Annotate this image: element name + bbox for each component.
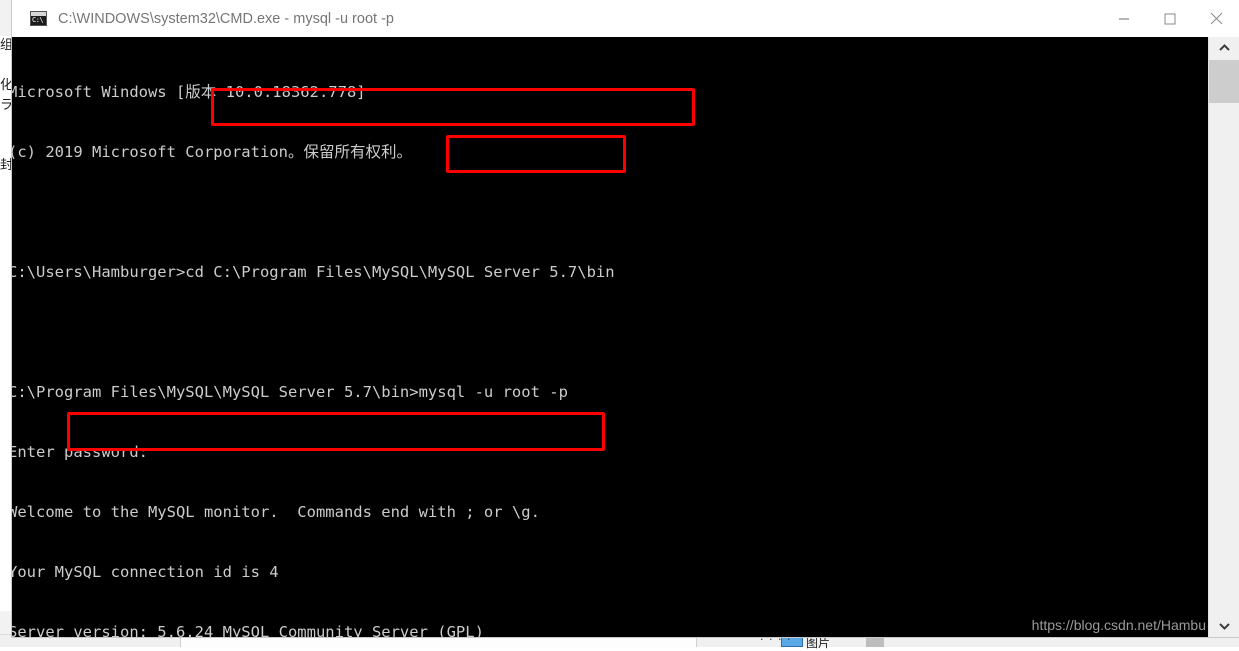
terminal-scrollbar[interactable] [1208, 37, 1239, 637]
terminal-line: Your MySQL connection id is 4 [12, 563, 279, 581]
chevron-up-icon [1218, 44, 1230, 51]
chevron-down-icon [1218, 623, 1230, 630]
terminal-text: Microsoft Windows [版本 10.0.18362.778] (c… [12, 42, 736, 637]
background-toolbar-swatch[interactable] [866, 636, 884, 647]
close-icon [1210, 12, 1222, 25]
cmd-icon-text: C:\ [32, 16, 44, 24]
command-prompt-window: C:\ C:\WINDOWS\system32\CMD.exe - mysql … [12, 0, 1239, 637]
maximize-button[interactable] [1147, 0, 1193, 37]
cmd-icon: C:\ [30, 11, 47, 26]
minimize-icon [1119, 18, 1129, 19]
maximize-icon [1164, 13, 1176, 24]
close-button[interactable] [1193, 0, 1239, 37]
window-title: C:\WINDOWS\system32\CMD.exe - mysql -u r… [58, 10, 394, 27]
terminal-line-cd-command: C:\Users\Hamburger>cd C:\Program Files\M… [12, 263, 615, 281]
minimize-button[interactable] [1101, 0, 1147, 37]
scroll-up-button[interactable] [1209, 37, 1239, 59]
terminal-line: Welcome to the MySQL monitor. Commands e… [12, 503, 540, 521]
terminal-output[interactable]: Microsoft Windows [版本 10.0.18362.778] (c… [12, 37, 1208, 637]
watermark: https://blog.csdn.net/Hambu [1031, 617, 1206, 633]
terminal-area: Microsoft Windows [版本 10.0.18362.778] (c… [12, 37, 1239, 637]
terminal-line-mysql-login: C:\Program Files\MySQL\MySQL Server 5.7\… [12, 383, 568, 401]
terminal-line: (c) 2019 Microsoft Corporation。保留所有权利。 [12, 143, 412, 161]
window-controls [1101, 0, 1239, 37]
scroll-down-button[interactable] [1209, 615, 1239, 637]
scrollbar-thumb[interactable] [1209, 60, 1239, 103]
terminal-line: Server version: 5.6.24 MySQL Community S… [12, 623, 484, 637]
terminal-line: Microsoft Windows [版本 10.0.18362.778] [12, 83, 366, 101]
title-bar[interactable]: C:\ C:\WINDOWS\system32\CMD.exe - mysql … [12, 0, 1239, 37]
terminal-line: Enter password: [12, 443, 148, 461]
